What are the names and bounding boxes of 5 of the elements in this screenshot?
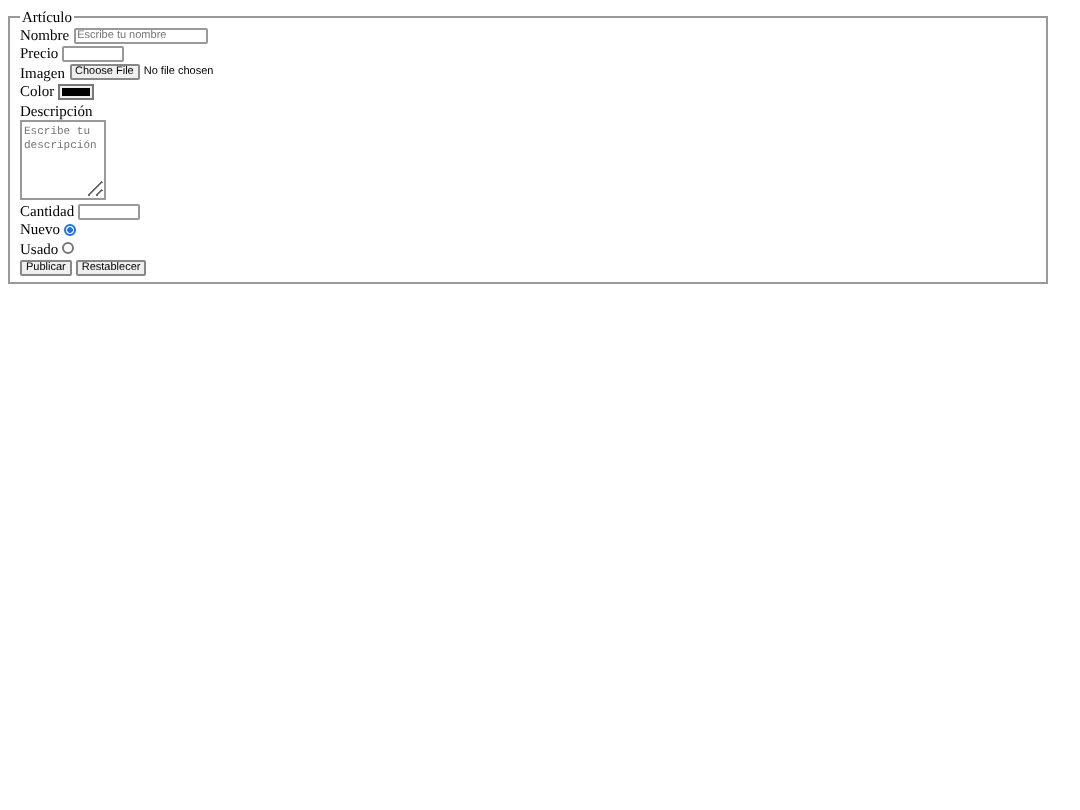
input-field[interactable]	[78, 203, 141, 220]
color-picker[interactable]	[58, 83, 95, 100]
radio-button[interactable]	[64, 223, 76, 236]
radio-button[interactable]	[62, 242, 75, 255]
input-field[interactable]	[62, 45, 125, 62]
